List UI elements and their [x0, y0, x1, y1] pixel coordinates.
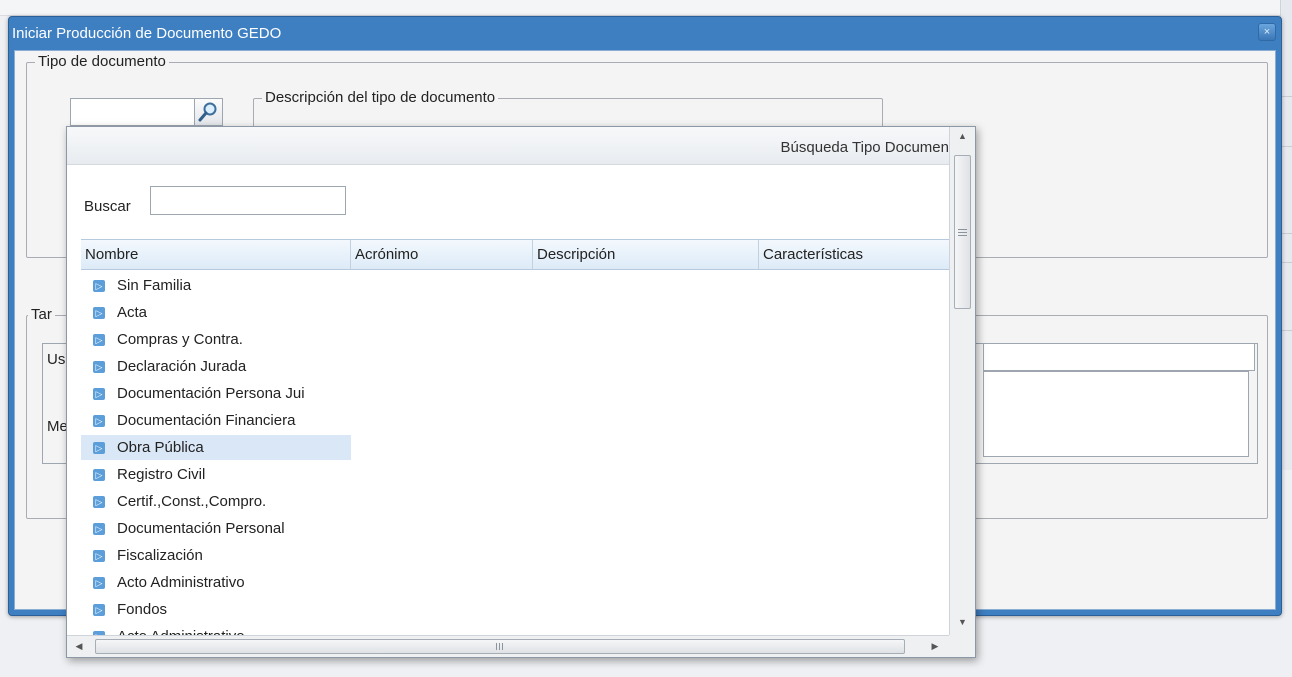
search-label: Buscar [84, 198, 131, 215]
grip-line [502, 643, 503, 650]
grip-line [496, 643, 497, 650]
grip-line [958, 229, 967, 230]
mensaje-label: Me [47, 418, 68, 435]
tree-row[interactable]: ▷Acto Administrativo [81, 623, 949, 635]
tree-row[interactable]: ▷ Sin Familia [81, 272, 949, 299]
folder-expand-icon[interactable]: ▷ [93, 604, 105, 616]
tree-row-label: Acto Administrativo [117, 574, 245, 591]
background-divider [1282, 146, 1292, 147]
column-header-nombre[interactable]: Nombre [81, 240, 351, 269]
tree-row-label: Compras y Contra. [117, 331, 243, 348]
folder-expand-icon[interactable]: ▷ [93, 496, 105, 508]
tree-row-label: Acta [117, 304, 148, 321]
background-divider [1282, 233, 1292, 234]
folder-expand-icon[interactable]: ▷ [93, 469, 105, 481]
horizontal-scroll-thumb[interactable] [95, 639, 905, 654]
grip-line [499, 643, 500, 650]
folder-expand-icon[interactable]: ▷ [93, 280, 105, 292]
popup-title: Búsqueda Tipo Documen [780, 139, 949, 156]
tree-row-label: Certif.,Const.,Compro. [117, 493, 267, 510]
document-type-search-popup: Búsqueda Tipo Documen Buscar Nombre Acró… [66, 126, 976, 658]
background-divider [1282, 262, 1292, 263]
scroll-left-icon[interactable]: ◀ [67, 636, 91, 657]
document-code-input[interactable] [70, 98, 195, 126]
dialog-title: Iniciar Producción de Documento GEDO [12, 25, 282, 42]
tree-row-label: Fondos [117, 601, 168, 618]
tree-row-label: Documentación Financiera [117, 412, 296, 429]
tree-row-label: Obra Pública [117, 439, 204, 456]
folder-expand-icon[interactable]: ▷ [93, 442, 105, 454]
column-header-descripcion[interactable]: Descripción [533, 240, 759, 269]
folder-expand-icon[interactable]: ▷ [93, 307, 105, 319]
tree-row[interactable]: ▷ Declaración Jurada [81, 353, 949, 380]
folder-expand-icon[interactable]: ▷ [93, 577, 105, 589]
tree-row-label: Acto Administrativo [117, 623, 351, 635]
horizontal-scrollbar[interactable]: ◀ ▶ [67, 635, 949, 657]
scroll-up-icon[interactable]: ▲ [950, 127, 975, 145]
tree-row[interactable]: ▷ Acta [81, 299, 949, 326]
tree-row[interactable]: ▷ Documentación Personal [81, 515, 949, 542]
search-input[interactable] [150, 186, 346, 215]
tree-row-label: Documentación Personal [117, 520, 285, 537]
grip-line [958, 235, 967, 236]
tree-row[interactable]: ▷ Certif.,Const.,Compro. [81, 488, 949, 515]
magnifier-icon [198, 102, 217, 122]
folder-expand-icon[interactable]: ▷ [93, 334, 105, 346]
document-type-tree: ▷ Sin Familia ▷ Acta ▷ Compras y Contra. ▷ Decl… [81, 272, 949, 635]
tree-row-label: Sin Familia [117, 277, 192, 294]
tree-row[interactable]: ▷ Acto Administrativo [81, 569, 949, 596]
folder-expand-icon[interactable]: ▷ [93, 415, 105, 427]
vertical-scrollbar[interactable]: ▲ ▼ [949, 127, 975, 635]
column-header-acronimo[interactable]: Acrónimo [351, 240, 533, 269]
tipo-documento-legend: Tipo de documento [35, 53, 169, 70]
scrollbar-corner [949, 635, 975, 657]
usuario-label: Us [47, 351, 66, 368]
descripcion-legend: Descripción del tipo de documento [262, 89, 499, 106]
mensaje-textarea[interactable] [983, 371, 1249, 457]
background-divider [1282, 96, 1292, 97]
column-header-caracteristicas[interactable]: Características [759, 240, 949, 269]
grid-header: Nombre Acrónimo Descripción Característi… [81, 239, 949, 270]
tree-row[interactable]: ▷ Documentación Persona Jui [81, 380, 949, 407]
tree-row-label: Registro Civil [117, 466, 206, 483]
popup-content: Buscar Nombre Acrónimo Descripción Carac… [67, 165, 949, 635]
folder-expand-icon[interactable]: ▷ [93, 361, 105, 373]
vertical-scroll-thumb[interactable] [954, 155, 971, 309]
folder-expand-icon[interactable]: ▷ [93, 550, 105, 562]
background-divider [1282, 330, 1292, 331]
scroll-down-icon[interactable]: ▼ [950, 613, 975, 631]
tree-row[interactable]: ▷ Registro Civil [81, 461, 949, 488]
tarea-legend: Tar [28, 306, 55, 323]
background-app-header [0, 0, 1292, 16]
tree-row[interactable]: ▷ Fondos [81, 596, 949, 623]
popup-header: Búsqueda Tipo Documen [67, 127, 949, 165]
tree-row-label: Fiscalización [117, 547, 203, 564]
tree-row[interactable]: ▷ Documentación Financiera [81, 407, 949, 434]
search-document-button[interactable] [195, 98, 223, 126]
grip-line [958, 232, 967, 233]
tree-row[interactable]: ▷ Obra Pública [81, 434, 949, 461]
tree-row-label: Documentación Persona Jui [117, 385, 305, 402]
folder-expand-icon[interactable]: ▷ [93, 388, 105, 400]
tree-row[interactable]: ▷ Fiscalización [81, 542, 949, 569]
tree-row-label: Declaración Jurada [117, 358, 247, 375]
scroll-right-icon[interactable]: ▶ [923, 636, 947, 657]
folder-expand-icon[interactable]: ▷ [93, 523, 105, 535]
close-icon: × [1263, 26, 1271, 38]
usuario-input[interactable] [983, 343, 1255, 371]
tree-row[interactable]: ▷ Compras y Contra. [81, 326, 949, 353]
close-button[interactable]: × [1258, 23, 1276, 41]
